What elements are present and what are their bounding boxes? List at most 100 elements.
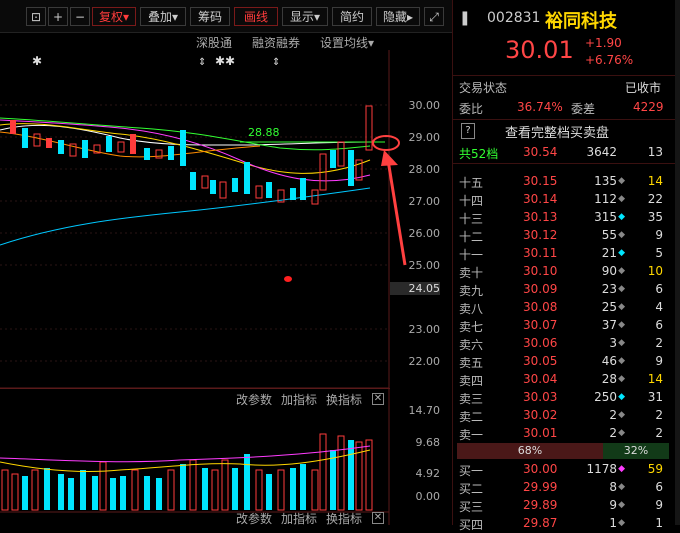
zoom-in-button[interactable]: + xyxy=(48,7,68,26)
level-volume: 21 xyxy=(601,246,617,260)
level-price: 30.11 xyxy=(523,246,558,260)
wc-label: 委差 xyxy=(571,102,596,116)
level-count: 5 xyxy=(655,246,663,260)
full-order-link[interactable]: 查看完整档买卖盘 xyxy=(505,122,609,141)
level-volume: 250 xyxy=(594,390,617,404)
order-book-panel: ❚ 002831 裕同科技 30.01 +1.90 +6.76% 交易状态 已收… xyxy=(452,0,680,532)
ask-row[interactable]: 卖六 30.06 3 ◆ 2 xyxy=(453,334,669,353)
level-price: 30.07 xyxy=(523,318,558,332)
bid-row[interactable]: 买一 30.00 1178 ◆ 59 xyxy=(453,460,669,479)
overlay-button[interactable]: 叠加▾ xyxy=(140,7,186,26)
level-volume: 23 xyxy=(601,282,617,296)
level-count: 59 xyxy=(647,462,663,476)
level-label: 卖三 xyxy=(459,392,484,406)
diamond-icon: ◆ xyxy=(618,176,625,186)
price-change-pct: +6.76% xyxy=(585,53,634,67)
level-price: 30.00 xyxy=(523,462,558,476)
zoom-out-button[interactable]: − xyxy=(70,7,90,26)
simple-button[interactable]: 简约 xyxy=(332,7,372,26)
fuquan-button[interactable]: 复权▾ xyxy=(92,7,136,26)
diamond-icon: ◆ xyxy=(618,356,625,366)
edit-params-link[interactable]: 改参数 xyxy=(236,391,272,408)
level-price: 30.10 xyxy=(523,264,558,278)
scrollbar[interactable] xyxy=(675,0,680,525)
margin-link[interactable]: 融资融券 xyxy=(252,34,300,51)
switch-indicator-link[interactable]: 换指标 xyxy=(326,391,362,408)
kline-chart[interactable]: ✱ ⇕ ✱✱ ⇕ 28.88 xyxy=(0,50,452,525)
ask-row[interactable]: 十四 30.14 112 ◆ 22 xyxy=(453,190,669,209)
ask-row[interactable]: 卖七 30.07 37 ◆ 6 xyxy=(453,316,669,335)
fullscreen-icon[interactable]: ⤢ xyxy=(424,7,444,26)
level-price: 30.08 xyxy=(523,300,558,314)
bid-row[interactable]: 买二 29.99 8 ◆ 6 xyxy=(453,478,669,497)
volume-bars xyxy=(1,433,373,511)
ask-row[interactable]: 卖五 30.05 46 ◆ 9 xyxy=(453,352,669,371)
level-volume: 8 xyxy=(609,480,617,494)
y-tick: 22.00 xyxy=(408,355,441,368)
price-change: +1.90 xyxy=(585,36,622,50)
level-label: 十二 xyxy=(459,230,484,244)
level-label: 十五 xyxy=(459,176,484,190)
diamond-icon: ◆ xyxy=(618,500,625,510)
bid-row[interactable]: 买四 29.87 1 ◆ 1 xyxy=(453,514,669,533)
ma-price-label: 28.88 xyxy=(248,126,280,139)
level-price: 30.09 xyxy=(523,282,558,296)
ask-row[interactable]: 十一 30.11 21 ◆ 5 xyxy=(453,244,669,263)
display-button[interactable]: 显示▾ xyxy=(282,7,328,26)
level-count: 2 xyxy=(655,408,663,422)
diamond-icon: ◆ xyxy=(618,392,625,402)
ask-row[interactable]: 十五 30.15 135 ◆ 14 xyxy=(453,172,669,191)
level-count: 9 xyxy=(655,354,663,368)
level-count: 6 xyxy=(655,282,663,296)
diamond-icon: ◆ xyxy=(618,410,625,420)
level-volume: 2 xyxy=(609,426,617,440)
add-indicator-link[interactable]: 加指标 xyxy=(281,510,317,527)
y-tick: 29.00 xyxy=(408,131,441,144)
ask-row[interactable]: 十三 30.13 315 ◆ 35 xyxy=(453,208,669,227)
wb-value: 36.74% xyxy=(517,100,563,114)
ask-row[interactable]: 卖四 30.04 28 ◆ 14 xyxy=(453,370,669,389)
vol-tick: 4.92 xyxy=(415,467,441,480)
add-indicator-link[interactable]: 加指标 xyxy=(281,391,317,408)
ask-row[interactable]: 卖十 30.10 90 ◆ 10 xyxy=(453,262,669,281)
y-tick: 25.00 xyxy=(408,259,441,272)
level-count: 1 xyxy=(655,516,663,530)
edit-params-link[interactable]: 改参数 xyxy=(236,510,272,527)
close-icon[interactable]: ✕ xyxy=(372,512,384,524)
ask-row[interactable]: 卖二 30.02 2 ◆ 2 xyxy=(453,406,669,425)
ask-row[interactable]: 卖三 30.03 250 ◆ 31 xyxy=(453,388,669,407)
hide-button[interactable]: 隐藏▸ xyxy=(376,7,420,26)
draw-line-button[interactable]: 画线 xyxy=(234,7,278,26)
level-price: 30.13 xyxy=(523,210,558,224)
ask-row[interactable]: 卖八 30.08 25 ◆ 4 xyxy=(453,298,669,317)
event-star-icon: ⇕ xyxy=(272,57,280,68)
stock-code: 002831 xyxy=(487,10,541,26)
level-price: 30.04 xyxy=(523,372,558,386)
bid-row[interactable]: 买三 29.89 9 ◆ 9 xyxy=(453,496,669,515)
level-price: 29.99 xyxy=(523,480,558,494)
level-label: 卖一 xyxy=(459,428,484,442)
level-volume: 46 xyxy=(601,354,617,368)
lock-icon[interactable]: ⊡ xyxy=(26,7,46,26)
level-count: 6 xyxy=(655,480,663,494)
y-tick: 28.00 xyxy=(408,163,441,176)
level-label: 卖九 xyxy=(459,284,484,298)
ask-row[interactable]: 卖一 30.01 2 ◆ 2 xyxy=(453,424,669,443)
marker-dot xyxy=(284,276,292,282)
y-tick: 30.00 xyxy=(408,99,441,112)
level-label: 卖二 xyxy=(459,410,484,424)
level-label: 十三 xyxy=(459,212,484,226)
close-icon[interactable]: ✕ xyxy=(372,393,384,405)
help-icon[interactable]: ? xyxy=(461,123,475,139)
vol-tick: 14.70 xyxy=(408,404,441,417)
level-volume: 3 xyxy=(609,336,617,350)
sgt-link[interactable]: 深股通 xyxy=(196,34,232,51)
diamond-icon: ◆ xyxy=(618,518,625,528)
chip-button[interactable]: 筹码 xyxy=(190,7,230,26)
level-label: 买三 xyxy=(459,500,484,514)
ask-row[interactable]: 十二 30.12 55 ◆ 9 xyxy=(453,226,669,245)
switch-indicator-link[interactable]: 换指标 xyxy=(326,510,362,527)
ask-row[interactable]: 卖九 30.09 23 ◆ 6 xyxy=(453,280,669,299)
set-ma-link[interactable]: 设置均线▾ xyxy=(320,34,374,51)
level-volume: 1 xyxy=(609,516,617,530)
